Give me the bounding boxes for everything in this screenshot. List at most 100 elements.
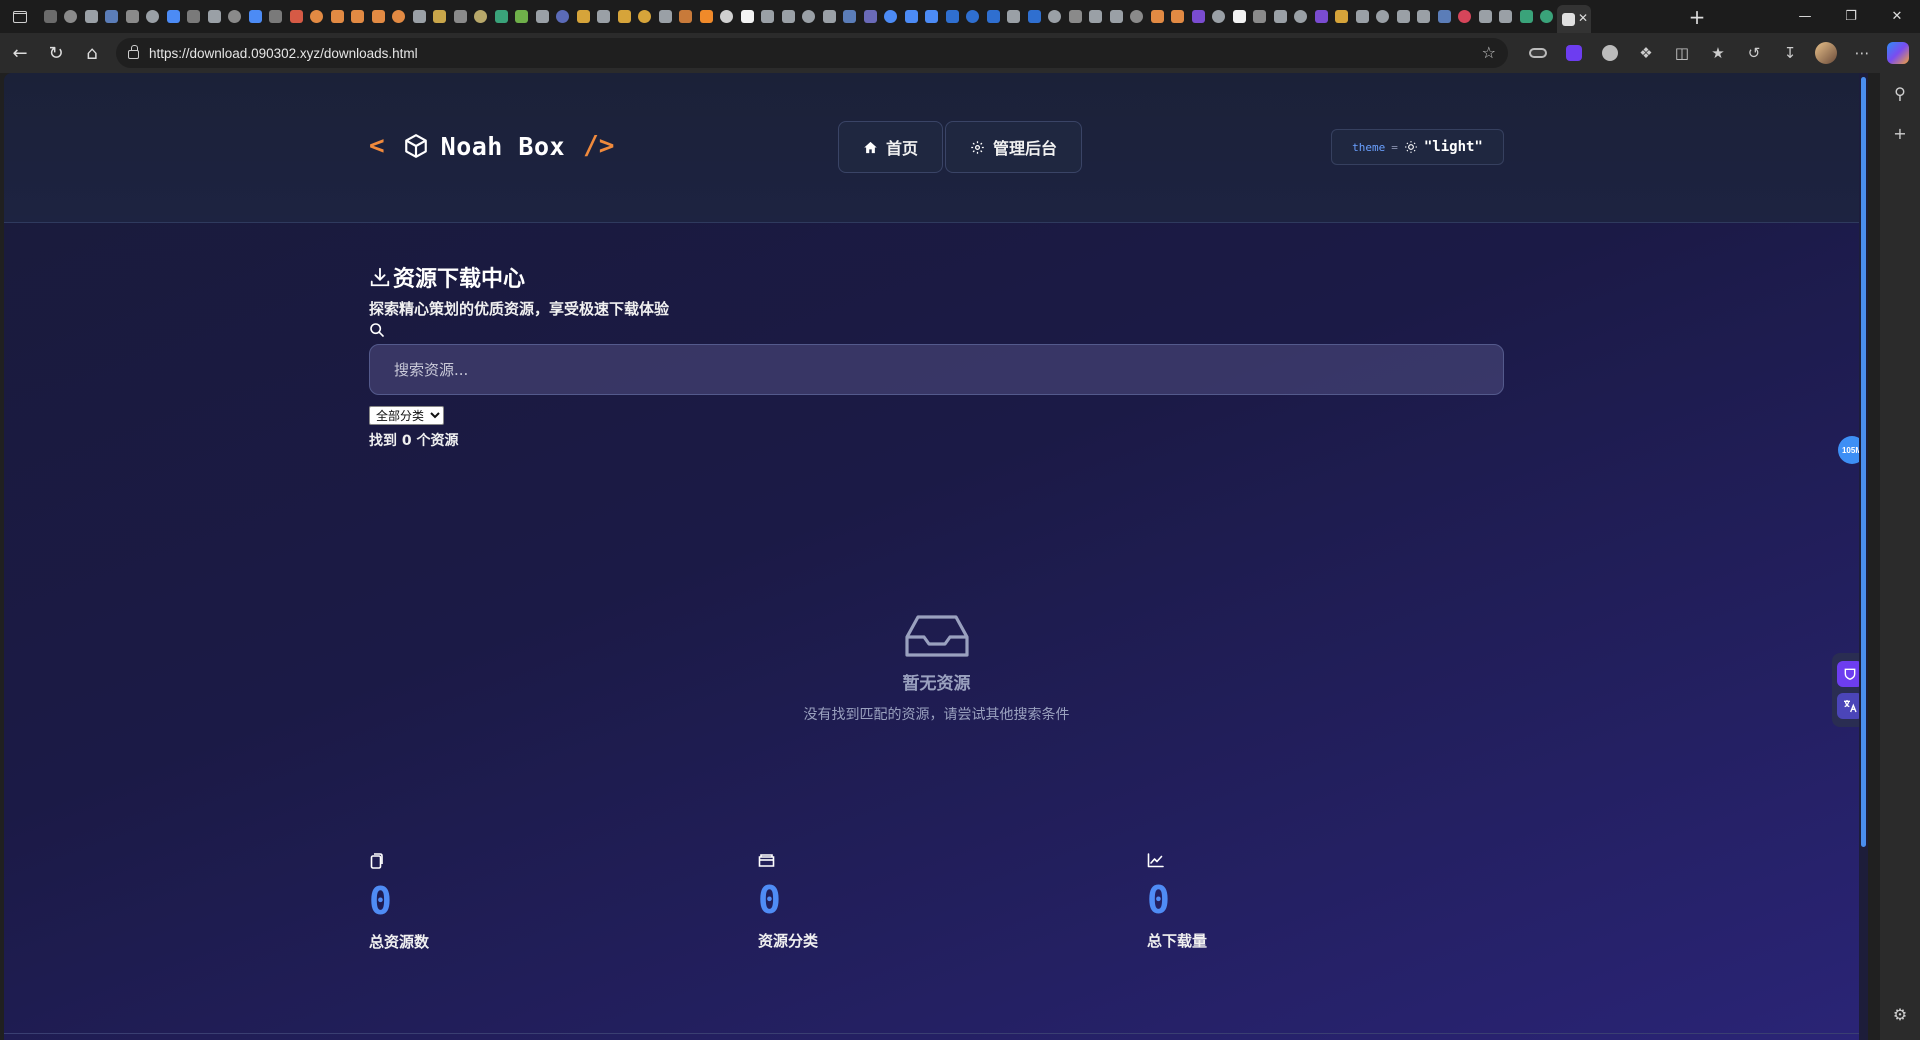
pinned-tab[interactable]: [881, 0, 902, 33]
pinned-tab[interactable]: [1270, 0, 1291, 33]
pinned-tab[interactable]: [758, 0, 779, 33]
pinned-tab[interactable]: [512, 0, 533, 33]
pinned-tab[interactable]: [1229, 0, 1250, 33]
restore-button[interactable]: ❐: [1828, 0, 1874, 33]
pinned-tab[interactable]: [676, 0, 697, 33]
pinned-tab[interactable]: [40, 0, 61, 33]
pinned-tab[interactable]: [450, 0, 471, 33]
pinned-tab[interactable]: [1455, 0, 1476, 33]
pinned-tab[interactable]: [840, 0, 861, 33]
pinned-tab[interactable]: [573, 0, 594, 33]
home-browser-button[interactable]: ⌂: [74, 37, 110, 69]
pinned-tab[interactable]: [655, 0, 676, 33]
pinned-tab[interactable]: [1537, 0, 1558, 33]
active-tab[interactable]: ✕: [1557, 5, 1591, 33]
history-icon[interactable]: ↺: [1736, 37, 1772, 69]
sidebar-settings-icon[interactable]: ⚙: [1880, 994, 1920, 1034]
brand-logo[interactable]: < Noah Box />: [369, 131, 614, 161]
pinned-tab[interactable]: [983, 0, 1004, 33]
pinned-tab[interactable]: [286, 0, 307, 33]
address-bar[interactable]: https://download.090302.xyz/downloads.ht…: [116, 38, 1508, 68]
pinned-tab[interactable]: [963, 0, 984, 33]
pinned-tab[interactable]: [389, 0, 410, 33]
pinned-tab[interactable]: [122, 0, 143, 33]
pinned-tab[interactable]: [635, 0, 656, 33]
pinned-tab[interactable]: [143, 0, 164, 33]
nav-home-button[interactable]: 首页: [838, 121, 944, 173]
pinned-tab[interactable]: [819, 0, 840, 33]
search-input[interactable]: [369, 344, 1504, 395]
pinned-tab[interactable]: [102, 0, 123, 33]
pinned-tab[interactable]: [1209, 0, 1230, 33]
pinned-tab[interactable]: [1106, 0, 1127, 33]
scrollbar-thumb[interactable]: [1861, 77, 1866, 847]
pinned-tab[interactable]: [348, 0, 369, 33]
extension-circle-icon[interactable]: [1592, 37, 1628, 69]
pinned-tab[interactable]: [737, 0, 758, 33]
pinned-tab[interactable]: [491, 0, 512, 33]
pinned-tab[interactable]: [61, 0, 82, 33]
pinned-tab[interactable]: [204, 0, 225, 33]
pinned-tab[interactable]: [409, 0, 430, 33]
nav-admin-button[interactable]: 管理后台: [945, 121, 1083, 173]
favorite-star-icon[interactable]: ☆: [1482, 43, 1496, 62]
pinned-tab[interactable]: [327, 0, 348, 33]
new-tab-button[interactable]: +: [1680, 0, 1714, 33]
minimize-button[interactable]: —: [1782, 0, 1828, 33]
pinned-tab[interactable]: [430, 0, 451, 33]
favorites-icon[interactable]: ★: [1700, 37, 1736, 69]
pinned-tab[interactable]: [778, 0, 799, 33]
sidebar-search-icon[interactable]: ⚲: [1880, 73, 1920, 113]
pinned-tab[interactable]: [245, 0, 266, 33]
pinned-tab[interactable]: [1352, 0, 1373, 33]
pinned-tab[interactable]: [266, 0, 287, 33]
back-button[interactable]: ←: [2, 37, 38, 69]
pinned-tab[interactable]: [1496, 0, 1517, 33]
pinned-tab[interactable]: [799, 0, 820, 33]
pinned-tab[interactable]: [1004, 0, 1025, 33]
page-scrollbar[interactable]: [1859, 73, 1868, 1040]
split-screen-icon[interactable]: ◫: [1664, 37, 1700, 69]
close-window-button[interactable]: ✕: [1874, 0, 1920, 33]
category-select[interactable]: 全部分类: [369, 406, 444, 425]
pinned-tab[interactable]: [1414, 0, 1435, 33]
url-text[interactable]: https://download.090302.xyz/downloads.ht…: [149, 46, 418, 61]
sidebar-add-icon[interactable]: +: [1880, 113, 1920, 153]
pinned-tab[interactable]: [1373, 0, 1394, 33]
pinned-tab[interactable]: [1024, 0, 1045, 33]
pinned-tab[interactable]: [532, 0, 553, 33]
pinned-tab[interactable]: [901, 0, 922, 33]
copilot-icon[interactable]: [1880, 37, 1916, 69]
refresh-button[interactable]: ↻: [38, 37, 74, 69]
downloads-icon[interactable]: ↧: [1772, 37, 1808, 69]
pinned-tab[interactable]: [594, 0, 615, 33]
pinned-tab[interactable]: [614, 0, 635, 33]
pinned-tab[interactable]: [1516, 0, 1537, 33]
pinned-tab[interactable]: [717, 0, 738, 33]
pinned-tab[interactable]: [81, 0, 102, 33]
pinned-tab[interactable]: [1147, 0, 1168, 33]
pinned-tab[interactable]: [860, 0, 881, 33]
pinned-tab[interactable]: [1291, 0, 1312, 33]
extension-glasses-icon[interactable]: [1520, 37, 1556, 69]
pinned-tab[interactable]: [1188, 0, 1209, 33]
pinned-tab[interactable]: [1168, 0, 1189, 33]
pinned-tab[interactable]: [1475, 0, 1496, 33]
extension-shield-icon[interactable]: [1556, 37, 1592, 69]
pinned-tab[interactable]: [1045, 0, 1066, 33]
pinned-tab[interactable]: [1250, 0, 1271, 33]
pinned-tab[interactable]: [184, 0, 205, 33]
profile-avatar[interactable]: [1808, 37, 1844, 69]
pinned-tab[interactable]: [1065, 0, 1086, 33]
pinned-tab[interactable]: [1393, 0, 1414, 33]
pinned-tab[interactable]: [922, 0, 943, 33]
pinned-tab[interactable]: [942, 0, 963, 33]
pinned-tab[interactable]: [307, 0, 328, 33]
pinned-tab[interactable]: [1434, 0, 1455, 33]
pinned-tab[interactable]: [1311, 0, 1332, 33]
pinned-tab[interactable]: [471, 0, 492, 33]
pinned-tab[interactable]: [1127, 0, 1148, 33]
extensions-puzzle-icon[interactable]: ❖: [1628, 37, 1664, 69]
more-menu-icon[interactable]: ⋯: [1844, 37, 1880, 69]
pinned-tab[interactable]: [1086, 0, 1107, 33]
